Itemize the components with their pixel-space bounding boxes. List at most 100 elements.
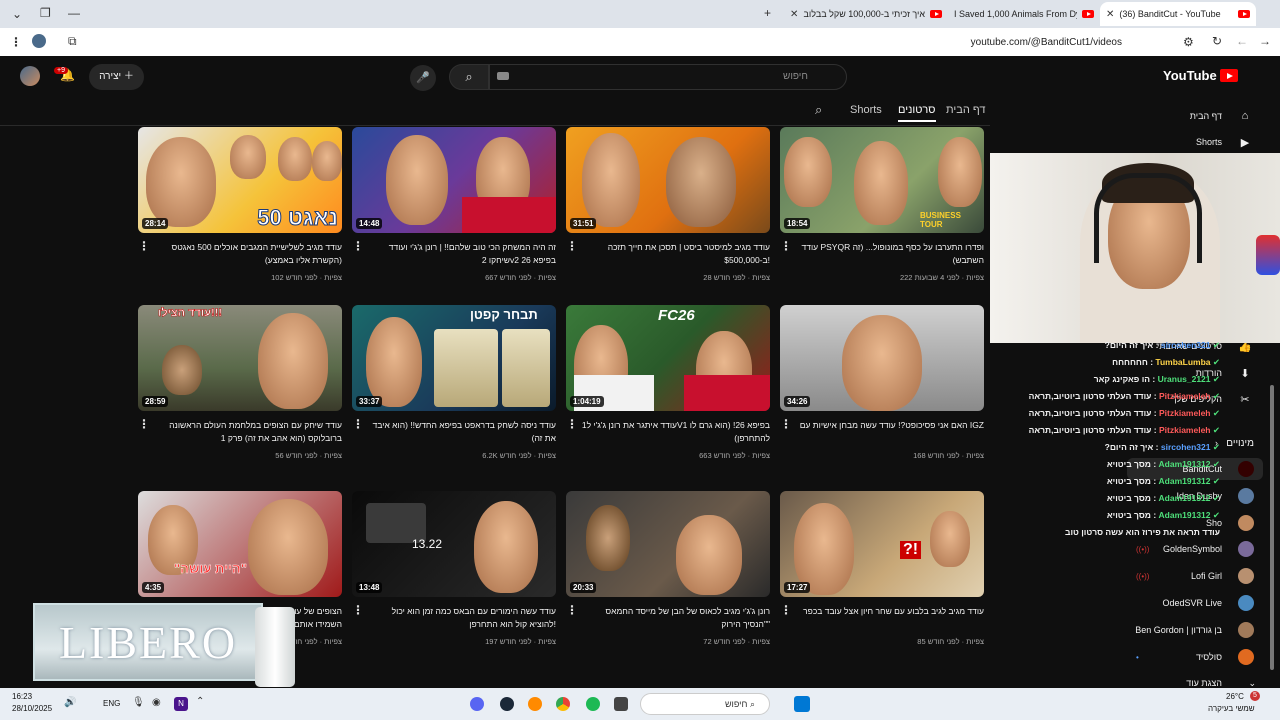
file-explorer-icon[interactable] [614,697,628,711]
more-actions-icon[interactable]: ⋮ [780,239,792,253]
tab-home[interactable]: דף הבית [946,104,985,116]
video-card[interactable]: 20:33 רונן ג'ג'י מגיב לכאוס של הבן של מי… [566,491,770,646]
taskbar-search[interactable]: חיפוש ⌕ [640,693,770,715]
window-restore-icon[interactable]: ❐ [40,7,51,19]
chrome-icon[interactable] [556,697,570,711]
sidebar-scrollbar[interactable] [1270,385,1274,670]
tab-mrbeast-hebrew[interactable]: ✕ איך זכיתי ב-100,000 שקל בבלוב [784,2,948,26]
video-card[interactable]: תבחר קפטן 33:37 עודד ניסה לשחק בדראפט בפ… [352,305,556,460]
download-icon[interactable]: ⬇ [1238,367,1252,381]
video-thumbnail[interactable]: 13.22 13:48 [352,491,556,597]
url-field[interactable]: youtube.com/@BanditCut1/videos [90,31,1210,53]
site-settings-icon[interactable]: ⚙ [1183,36,1194,48]
sidebar-sub-item[interactable]: סולסיד [1196,652,1222,662]
tab-search-icon[interactable]: ⌄ [12,8,22,20]
video-thumbnail[interactable]: "היית עושה" 4:35 [138,491,342,597]
shorts-icon[interactable]: ▶ [1238,136,1252,150]
more-actions-icon[interactable]: ⋮ [138,239,150,253]
video-card[interactable]: ?! 17:27 עודד מגיב לגיב בלבוע עם שחר חיו… [780,491,984,646]
more-actions-icon[interactable]: ⋮ [780,603,792,617]
video-card[interactable]: 31:51 עודד מגיב למיסטר ביסט | תסכן את חי… [566,127,770,282]
keyboard-icon[interactable] [497,72,509,80]
more-actions-icon[interactable]: ⋮ [138,417,150,431]
video-thumbnail[interactable]: 14:48 [352,127,556,233]
onenote-icon[interactable]: N [174,697,188,711]
video-thumbnail[interactable]: ?! 17:27 [780,491,984,597]
extensions-icon[interactable]: ⧉ [68,35,77,47]
profile-avatar-icon[interactable] [32,34,46,48]
subscriptions-header[interactable]: מינויים [1226,438,1254,449]
more-actions-icon[interactable]: ⋮ [566,603,578,617]
sidebar-sub-item[interactable]: Lofi Girl [1191,571,1222,581]
spotify-icon[interactable] [586,697,600,711]
sidebar-item-shorts[interactable]: Shorts [1196,137,1222,147]
video-card[interactable]: 34:26 האם אני פסיכופט?! עודד עשה מבחן אי… [780,305,984,460]
video-card[interactable]: BUSINESS TOUR 18:54 עודד PSYQR ופדרו התע… [780,127,984,282]
video-title[interactable]: עודד ניסה לשחק בדראפט בפיפא החדש!! (הוא … [352,411,556,448]
app-icon[interactable] [528,697,542,711]
video-card[interactable]: עודד הצילו!!! 28:59 עודד שיחק עם הצופים … [138,305,342,460]
video-card[interactable]: 50 נאגט 28:14 עודד מגיב לשלישיית המגבים … [138,127,342,282]
clock-time[interactable]: 16:23 [12,692,32,701]
voice-search-icon[interactable]: 🎤 [410,65,436,91]
steam-icon[interactable] [500,697,514,711]
tab-videos[interactable]: סרטונים [898,104,936,122]
video-thumbnail[interactable]: עודד הצילו!!! 28:59 [138,305,342,411]
create-button[interactable]: יצירה ＋ [89,64,144,90]
tab-shorts[interactable]: Shorts [850,104,882,116]
video-title[interactable]: האם אני פסיכופט?! עודד עשה מבחן אישיות ע… [780,411,984,448]
windows-start-icon[interactable] [794,696,810,712]
weather-temp[interactable]: 26°C [1226,692,1244,701]
video-title[interactable]: רונן ג'ג'י מגיב לכאוס של הבן של מייסד הח… [566,597,770,634]
more-actions-icon[interactable]: ⋮ [352,417,364,431]
sidebar-sub-item[interactable]: OdedSVR Live [1162,598,1222,608]
video-title[interactable]: עודד שיחק עם הצופים במלחמת העולם הראשונה… [138,411,342,448]
more-actions-icon[interactable]: ⋮ [566,417,578,431]
search-input[interactable]: חיפוש [489,64,847,90]
sidebar-show-more[interactable]: הצגת עוד [1186,678,1222,688]
more-actions-icon[interactable]: ⋮ [780,417,792,431]
network-icon[interactable]: ◉ [152,698,161,708]
tab-banditcut[interactable]: ✕ (36) BanditCut - YouTube [1100,2,1256,26]
video-card[interactable]: 13.22 13:48 עודד עשה הימורים עם הבאס כמה… [352,491,556,646]
reload-icon[interactable]: ↻ [1212,35,1222,47]
sidebar-sub-item[interactable]: GoldenSymbol [1163,544,1222,554]
sidebar-sub-item[interactable]: Ben Gordon | בן גורדון [1135,625,1222,635]
window-minimize-icon[interactable]: — [68,7,80,19]
video-thumbnail[interactable]: תבחר קפטן 33:37 [352,305,556,411]
discord-icon[interactable] [470,697,484,711]
video-thumbnail[interactable]: 20:33 [566,491,770,597]
home-icon[interactable]: ⌂ [1238,110,1252,124]
channel-search-icon[interactable]: ⌕ [815,102,822,118]
search-button[interactable]: ⌕ [449,64,489,90]
tab-saved-animals[interactable]: I Saved 1,000 Animals From Dy [948,2,1100,26]
language-indicator[interactable]: ENG [103,699,120,708]
more-actions-icon[interactable]: ⋮ [566,239,578,253]
close-tab-icon[interactable]: ✕ [1106,9,1114,20]
video-thumbnail[interactable]: 34:26 [780,305,984,411]
back-icon[interactable]: → [1259,35,1271,47]
more-actions-icon[interactable]: ⋮ [352,603,364,617]
video-thumbnail[interactable]: BUSINESS TOUR 18:54 [780,127,984,233]
close-tab-icon[interactable]: ✕ [790,9,798,20]
new-tab-button[interactable]: + [764,7,771,19]
scissors-icon[interactable]: ✂ [1238,393,1252,407]
forward-icon[interactable]: ← [1236,35,1248,47]
video-card[interactable]: 14:48 זה היה המשחק הכי טוב שלהם!! | רונן… [352,127,556,282]
youtube-logo[interactable]: YouTube [1163,68,1238,83]
video-title[interactable]: עודד מגיב לשלישיית המגבים אוכלים 500 נאג… [138,233,342,270]
clock-date[interactable]: 28/10/2025 [12,704,52,713]
video-title[interactable]: עודד מגיב לגיב בלבוע עם שחר חיון אצל עוב… [780,597,984,634]
video-title[interactable]: עודד עשה הימורים עם הבאס כמה זמן הוא יכו… [352,597,556,634]
video-title[interactable]: עודד איתגר את רונן ג'ג'י ל1V1 בפיפא 26! … [566,411,770,448]
video-card[interactable]: FC26 1:04:19 עודד איתגר את רונן ג'ג'י ל1… [566,305,770,460]
video-title[interactable]: זה היה המשחק הכי טוב שלהם!! | רונן ג'ג'י… [352,233,556,270]
more-actions-icon[interactable]: ⋮ [352,239,364,253]
video-title[interactable]: עודד מגיב למיסטר ביסט | תסכן את חייך תזכ… [566,233,770,270]
video-thumbnail[interactable]: 31:51 [566,127,770,233]
speaker-icon[interactable]: 🔊 [64,698,76,708]
video-title[interactable]: עודד PSYQR ופדרו התערבו על כסף במונופול.… [780,233,984,270]
chevron-up-icon[interactable]: ⌃ [196,697,204,707]
microphone-icon[interactable]: 🎙 [132,698,145,708]
more-vertical-icon[interactable]: ⋮ [10,36,22,48]
